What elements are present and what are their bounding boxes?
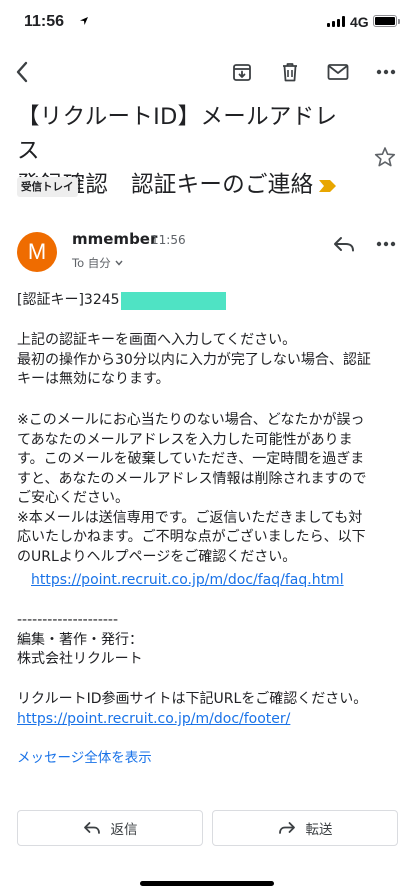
star-icon[interactable] xyxy=(374,146,396,168)
verification-code-line: [認証キー]3245 xyxy=(17,291,402,311)
importance-marker-icon[interactable] xyxy=(319,179,337,193)
body-line: すと、あなたのメールアドレス情報は削除されますので xyxy=(17,470,367,487)
archive-button[interactable] xyxy=(228,58,256,86)
more-dots-icon xyxy=(376,69,396,75)
delete-button[interactable] xyxy=(276,58,304,86)
body-line: ご安心ください。 xyxy=(17,490,129,506)
home-indicator[interactable] xyxy=(140,881,274,886)
forward-label: 転送 xyxy=(305,822,333,838)
faq-link[interactable]: https://point.recruit.co.jp/m/doc/faq/fa… xyxy=(31,572,344,588)
sender-avatar[interactable]: M xyxy=(17,232,57,272)
body-line: のURLよりヘルプページをご確認ください。 xyxy=(17,548,297,565)
sender-name: mmember xyxy=(72,230,158,248)
back-arrow-icon xyxy=(16,61,28,83)
more-options-button[interactable] xyxy=(372,58,400,86)
archive-icon xyxy=(233,64,251,81)
footer-link[interactable]: https://point.recruit.co.jp/m/doc/footer… xyxy=(17,711,290,727)
body-paragraph-4: リクルートID参画サイトは下記URLをご確認ください。 xyxy=(17,690,402,710)
trash-icon xyxy=(283,63,297,82)
reply-icon xyxy=(83,822,100,834)
reply-label: 返信 xyxy=(110,822,138,838)
reply-button[interactable]: 返信 xyxy=(17,810,203,846)
body-line: 編集・著作・発行： xyxy=(17,631,143,648)
status-bar: 11:56 4G xyxy=(0,0,414,44)
reply-button-top[interactable] xyxy=(330,232,358,256)
toolbar xyxy=(0,52,414,92)
location-arrow-icon xyxy=(80,17,88,25)
more-dots-icon xyxy=(376,241,396,247)
recipient-details-toggle[interactable]: To 自分 xyxy=(72,255,123,271)
subject-line-1: 【リクルートID】メールアドレス xyxy=(17,104,338,164)
body-paragraph-3: -------------------- 編集・著作・発行： 株式会社リクルート xyxy=(17,611,402,670)
message-more-button[interactable] xyxy=(372,232,400,256)
redacted-code xyxy=(120,291,226,310)
divider-text: -------------------- xyxy=(17,612,119,628)
body-line: す。このメールを破棄していただき、一定時間を過ぎま xyxy=(17,451,365,467)
code-prefix: [認証キー]3245 xyxy=(17,292,120,308)
forward-icon xyxy=(278,822,295,834)
sent-time: 11:56 xyxy=(151,233,186,247)
signal-icon xyxy=(327,16,345,27)
body-line: ※本メールは送信専用です。ご返信いただきましても対 xyxy=(17,509,363,526)
body-line: 上記の認証キーを画面へ入力してください。 xyxy=(17,332,297,348)
body-line: リクルートID参画サイトは下記URLをご確認ください。 xyxy=(17,691,368,707)
body-line: 応いたしかねます。ご不明な点がございましたら、以下 xyxy=(17,529,366,545)
forward-button[interactable]: 転送 xyxy=(212,810,398,846)
recipient-text: To 自分 xyxy=(72,256,111,270)
body-paragraph-2: ※このメールにお心当たりのない場合、どなたかが誤っ てあなたのメールアドレスを入… xyxy=(17,411,402,567)
mark-unread-button[interactable] xyxy=(324,58,352,86)
chevron-down-icon xyxy=(115,260,123,266)
battery-icon xyxy=(373,15,397,27)
body-line: 株式会社リクルート xyxy=(17,651,143,667)
body-line: キーは無効になります。 xyxy=(17,371,170,387)
back-button[interactable] xyxy=(8,58,36,86)
status-time: 11:56 xyxy=(24,13,65,30)
body-line: てあなたのメールアドレスを入力した可能性がありま xyxy=(17,431,353,448)
battery-cap xyxy=(398,19,400,24)
reply-icon xyxy=(334,237,354,252)
mail-icon xyxy=(327,64,349,80)
body-line: ※このメールにお心当たりのない場合、どなたかが誤っ xyxy=(17,412,365,428)
body-paragraph-1: 上記の認証キーを画面へ入力してください。 最初の操作から30分以内に入力が完了し… xyxy=(17,331,402,390)
network-type: 4G xyxy=(350,14,369,30)
body-line: 最初の操作から30分以内に入力が完了しない場合、認証 xyxy=(17,351,371,368)
inbox-label-chip[interactable]: 受信トレイ xyxy=(17,177,78,197)
show-full-message-link[interactable]: メッセージ全体を表示 xyxy=(17,746,152,766)
